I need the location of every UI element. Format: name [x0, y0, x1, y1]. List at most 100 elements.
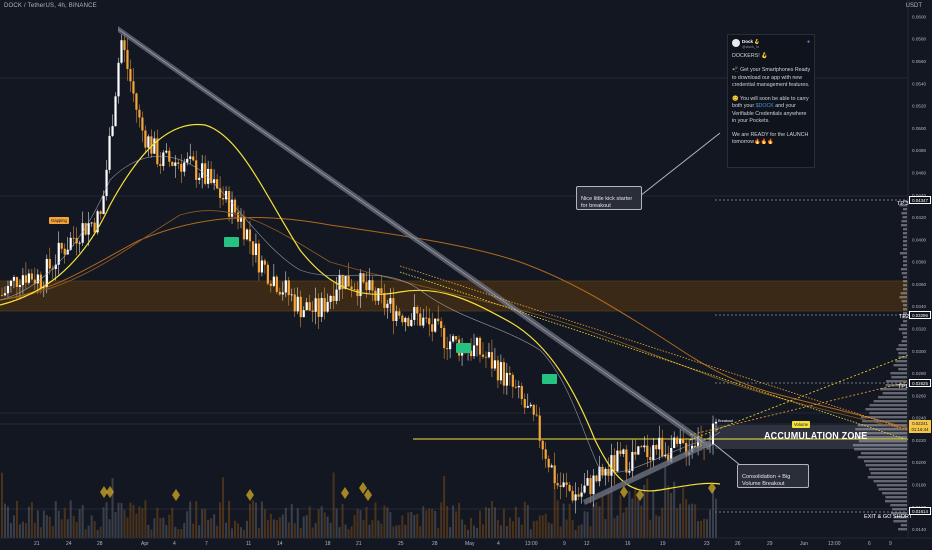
- volume-bar: [27, 506, 30, 538]
- volume-bar: [706, 519, 709, 538]
- volume-bar: [150, 529, 153, 538]
- volume-bar: [344, 524, 347, 538]
- candle-body: [383, 293, 386, 308]
- x-tick-label: 13:00: [525, 541, 538, 547]
- candle-body: [454, 336, 458, 340]
- volume-profile-bar: [900, 268, 907, 271]
- candle-body: [425, 317, 428, 319]
- x-tick-label: 9: [563, 541, 566, 547]
- candle-body: [189, 156, 192, 159]
- candle-body: [655, 445, 658, 450]
- candle-body: [556, 483, 559, 486]
- volume-bar: [254, 502, 257, 538]
- volume-bar: [222, 477, 225, 538]
- volume-bar: [9, 522, 12, 538]
- volume-bar: [368, 524, 371, 538]
- volume-bar: [577, 525, 580, 538]
- volume-profile-bar: [857, 456, 907, 459]
- volume-bar: [374, 502, 377, 538]
- candle-body: [0, 295, 4, 296]
- volume-bar: [643, 484, 646, 538]
- candle-body: [410, 319, 413, 326]
- chart-title: DOCK / TetherUS, 4h, BINANCE: [4, 3, 97, 9]
- candle-body: [311, 310, 314, 312]
- candle-body: [39, 274, 42, 288]
- tweet-line: 📲 Get your Smartphones Ready to download…: [732, 67, 811, 88]
- candle-body: [368, 280, 371, 291]
- candle-body: [583, 485, 586, 493]
- volume-profile-bar: [890, 372, 907, 375]
- candle-body: [293, 294, 296, 312]
- volume-bar: [6, 506, 9, 538]
- volume-bar: [688, 504, 691, 538]
- volume-bar: [272, 519, 275, 538]
- candle-body: [138, 109, 141, 118]
- volume-profile-bar: [870, 472, 907, 475]
- candle-body: [592, 475, 595, 495]
- volume-bar: [595, 502, 598, 538]
- x-tick-label: 11: [246, 541, 252, 547]
- volume-profile-bar: [864, 460, 907, 463]
- volume-bar: [356, 509, 359, 538]
- volume-bar: [461, 519, 464, 538]
- volume-bar: [353, 515, 356, 538]
- volume-profile-bar: [899, 252, 907, 255]
- exit-price-tag: 0.01614: [909, 507, 931, 515]
- volume-bar: [225, 522, 228, 538]
- candle-body: [407, 317, 410, 326]
- volume-bar: [493, 507, 496, 538]
- volume-bar: [99, 526, 102, 538]
- callout-kick-starter: Nice little kick starter for breakout: [576, 186, 642, 210]
- candle-body: [141, 117, 144, 131]
- volume-bar: [425, 510, 428, 538]
- volume-bar: [419, 526, 422, 538]
- twitter-icon: ●: [806, 39, 810, 45]
- volume-bar: [21, 521, 24, 538]
- volume-bar: [604, 519, 607, 538]
- volume-bar: [129, 502, 132, 538]
- candle-body: [153, 138, 156, 154]
- candle-body: [446, 348, 449, 350]
- tp3-label: TP 3: [897, 201, 909, 207]
- candle-body: [15, 277, 19, 287]
- x-tick-label: 12: [584, 541, 590, 547]
- volume-bar: [15, 500, 18, 538]
- volume-profile-bar: [895, 360, 907, 363]
- volume-profile-bar: [898, 368, 907, 371]
- volume-bar: [431, 508, 434, 538]
- volume-bar: [410, 511, 413, 538]
- volume-bar: [682, 487, 685, 538]
- candle-body: [449, 341, 452, 350]
- candle-body: [78, 242, 81, 244]
- ticker-link[interactable]: $DOCK: [756, 103, 774, 109]
- candle-body: [171, 161, 174, 166]
- volume-bar: [245, 520, 248, 538]
- candle-body: [281, 292, 284, 295]
- volume-profile-bar: [860, 452, 907, 455]
- currency-label: USDT: [905, 3, 922, 9]
- candle-body: [24, 275, 27, 283]
- candle-body: [314, 298, 317, 312]
- candle-body: [201, 163, 204, 178]
- buy-signal: [456, 343, 471, 353]
- volume-bar: [661, 507, 664, 538]
- volume-profile-bar: [903, 320, 907, 323]
- candle-body: [643, 445, 646, 448]
- volume-bar: [75, 522, 78, 538]
- volume-bar: [455, 511, 458, 538]
- candle-body: [559, 485, 562, 487]
- candle-body: [658, 437, 661, 450]
- volume-profile-bar: [903, 264, 907, 267]
- volume-bar: [24, 523, 27, 538]
- candle-body: [338, 274, 341, 290]
- candle-body: [335, 289, 338, 301]
- volume-bar: [616, 515, 619, 538]
- volume-bar: [628, 491, 631, 538]
- volume-bar: [263, 508, 266, 538]
- volume-bar: [601, 495, 604, 538]
- volume-bar: [198, 525, 201, 538]
- candle-body: [637, 446, 640, 455]
- candle-body: [574, 494, 577, 501]
- tp2-label: TP2: [899, 314, 910, 320]
- volume-bar: [377, 520, 380, 538]
